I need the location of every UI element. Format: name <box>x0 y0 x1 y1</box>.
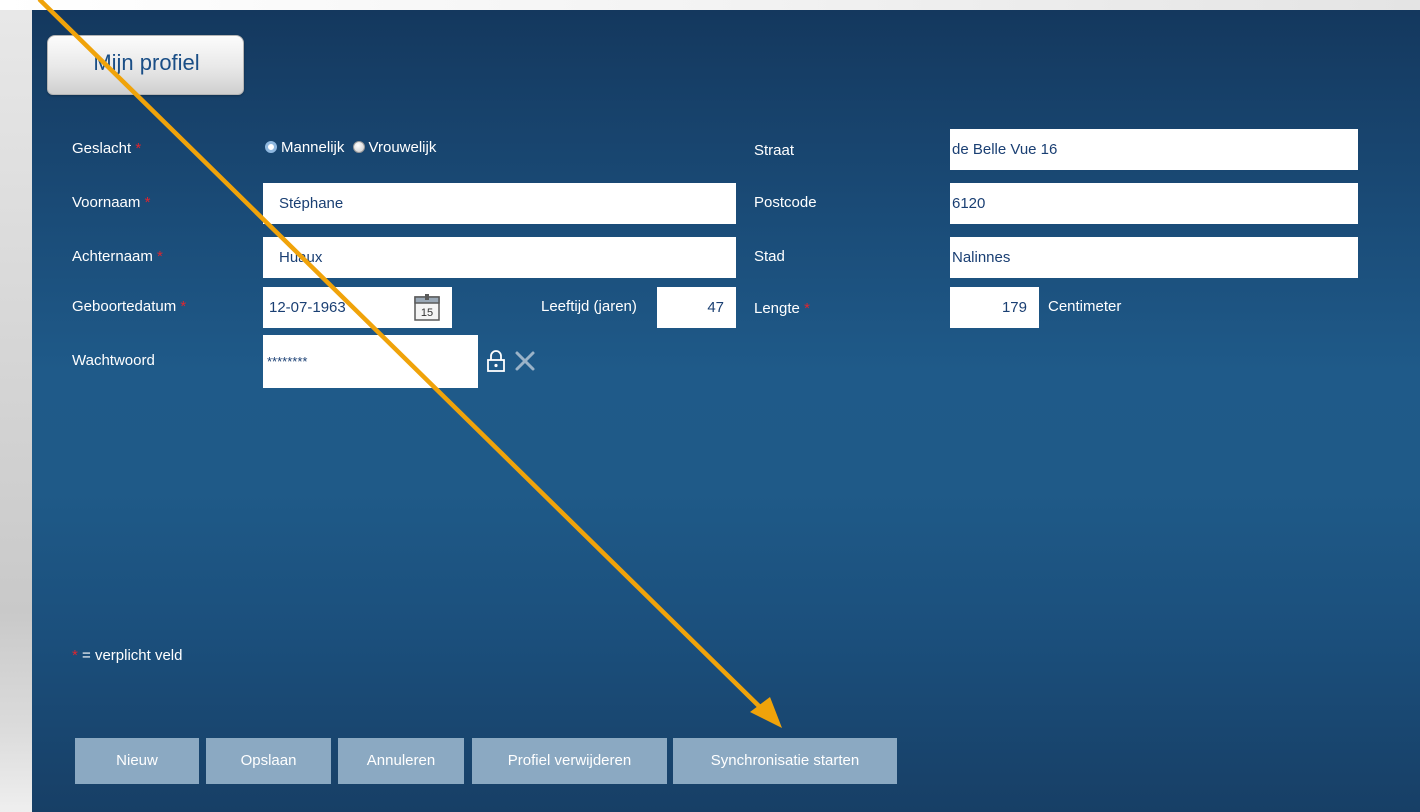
geboortedatum-label: Geboortedatum * <box>72 298 186 315</box>
achternaam-label: Achternaam * <box>72 248 163 265</box>
achternaam-label-text: Achternaam <box>72 248 153 265</box>
calendar-day-text: 15 <box>421 307 433 319</box>
wachtwoord-input[interactable] <box>263 335 478 388</box>
opslaan-button[interactable]: Opslaan <box>206 738 331 784</box>
required-marker: * <box>144 194 151 211</box>
required-marker: * <box>72 647 78 664</box>
radio-selected-icon[interactable] <box>265 141 277 153</box>
geslacht-label: Geslacht * <box>72 140 141 157</box>
lengte-input[interactable] <box>950 287 1039 328</box>
gender-radio-group: Mannelijk Vrouwelijk <box>265 139 436 156</box>
wachtwoord-label: Wachtwoord <box>72 352 155 369</box>
lengte-unit: Centimeter <box>1048 298 1122 315</box>
top-strip <box>0 0 1420 10</box>
postcode-label: Postcode <box>754 194 817 211</box>
radio-label-vrouwelijk[interactable]: Vrouwelijk <box>369 139 437 156</box>
calendar-icon[interactable]: 15 <box>414 293 440 321</box>
lengte-label-text: Lengte <box>754 300 800 317</box>
geboortedatum-label-text: Geboortedatum <box>72 298 177 315</box>
achternaam-input[interactable] <box>263 237 736 278</box>
voornaam-label: Voornaam * <box>72 194 150 211</box>
tab-mijn-profiel[interactable]: Mijn profiel <box>47 35 244 95</box>
required-note-text: = verplicht veld <box>82 647 183 664</box>
required-marker: * <box>135 140 142 157</box>
geslacht-label-text: Geslacht <box>72 140 132 157</box>
voornaam-label-text: Voornaam <box>72 194 141 211</box>
radio-unselected-icon[interactable] <box>352 141 365 153</box>
leeftijd-label: Leeftijd (jaren) <box>541 298 637 315</box>
profiel-verwijderen-button[interactable]: Profiel verwijderen <box>472 738 667 784</box>
tab-label: Mijn profiel <box>93 50 200 75</box>
postcode-input[interactable] <box>950 183 1358 224</box>
synchronisatie-starten-button[interactable]: Synchronisatie starten <box>673 738 897 784</box>
annuleren-button[interactable]: Annuleren <box>338 738 464 784</box>
required-marker: * <box>180 298 187 315</box>
lock-icon[interactable] <box>486 349 506 373</box>
required-marker: * <box>157 248 163 265</box>
straat-input[interactable] <box>950 129 1358 170</box>
leeftijd-input[interactable] <box>657 287 736 328</box>
stad-input[interactable] <box>950 237 1358 278</box>
stad-label: Stad <box>754 248 785 265</box>
lengte-label: Lengte * <box>754 300 810 317</box>
required-note: * = verplicht veld <box>72 647 182 664</box>
required-marker: * <box>804 300 810 317</box>
nieuw-button[interactable]: Nieuw <box>75 738 199 784</box>
voornaam-input[interactable] <box>263 183 736 224</box>
straat-label: Straat <box>754 142 795 159</box>
clear-icon[interactable] <box>514 350 536 372</box>
radio-label-mannelijk[interactable]: Mannelijk <box>281 139 344 156</box>
left-margin <box>0 10 32 812</box>
